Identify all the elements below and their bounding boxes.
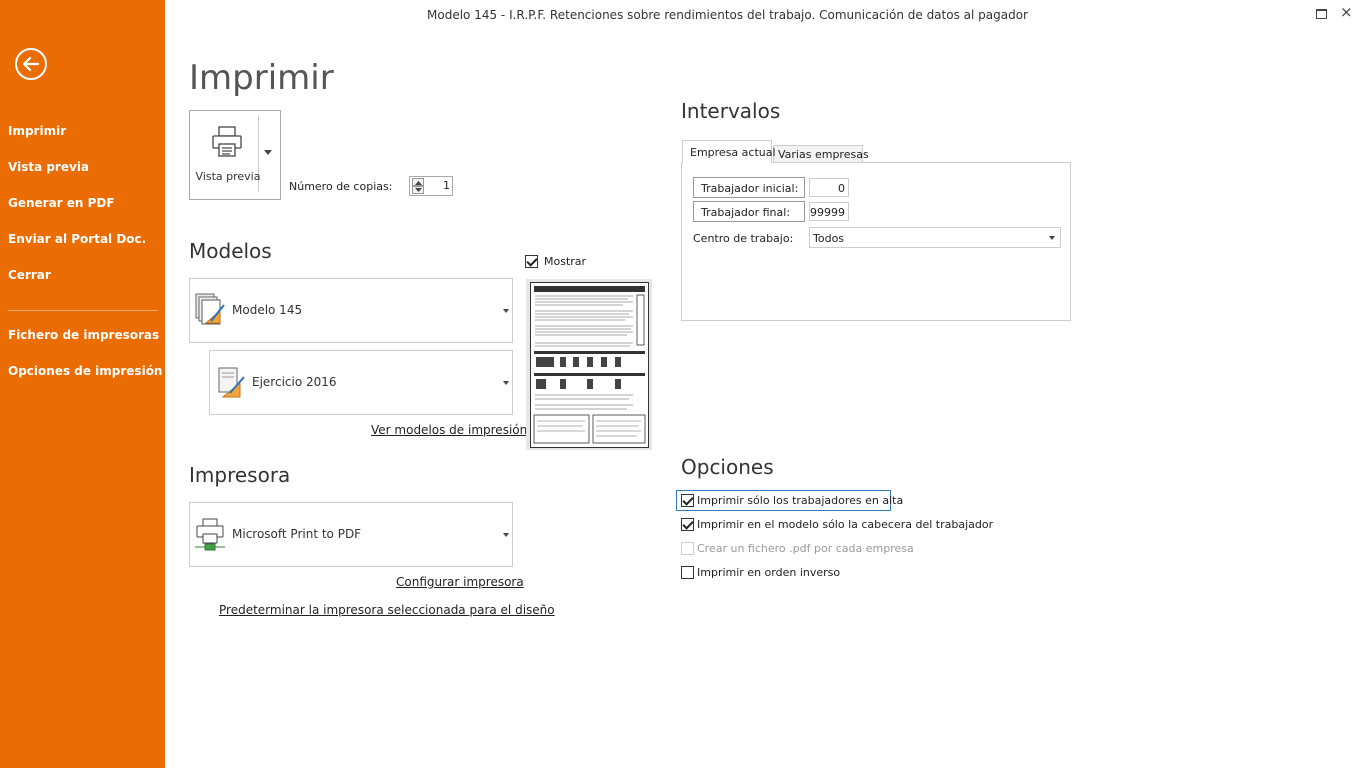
- sidebar-item-imprimir[interactable]: Imprimir: [8, 124, 66, 138]
- copies-label: Número de copias:: [289, 180, 393, 193]
- chevron-down-icon: [503, 533, 509, 537]
- maximize-icon[interactable]: [1316, 9, 1327, 19]
- close-icon[interactable]: ×: [1340, 3, 1353, 21]
- centro-dropdown-button[interactable]: [1043, 228, 1060, 247]
- chevron-down-icon: [503, 309, 509, 313]
- option-pdf-por-empresa-label: Crear un fichero .pdf por cada empresa: [697, 542, 914, 555]
- trabajador-inicial-label: Trabajador inicial:: [693, 177, 805, 198]
- sidebar-item-fichero-impresoras[interactable]: Fichero de impresoras: [8, 328, 159, 342]
- option-orden-inverso-checkbox[interactable]: [681, 566, 694, 579]
- sidebar-item-generar-pdf[interactable]: Generar en PDF: [8, 196, 115, 210]
- option-pdf-por-empresa-checkbox: [681, 542, 694, 555]
- sidebar-divider: [8, 310, 158, 311]
- window-title: Modelo 145 - I.R.P.F. Retenciones sobre …: [427, 8, 1028, 22]
- sidebar: Imprimir Vista previa Generar en PDF Env…: [0, 0, 165, 768]
- configure-printer-link[interactable]: Configurar impresora: [396, 575, 524, 589]
- print-dropdown-arrow-icon[interactable]: [264, 150, 272, 155]
- exercise-document-icon: [218, 367, 245, 398]
- option-solo-cabecera-checkbox[interactable]: [681, 518, 694, 531]
- exercise-select[interactable]: Ejercicio 2016: [209, 350, 513, 415]
- trabajador-final-input[interactable]: 99999: [809, 202, 849, 221]
- model-document-icon: [195, 293, 225, 325]
- sidebar-item-opciones-impresion[interactable]: Opciones de impresión: [8, 364, 162, 378]
- chevron-down-icon: [503, 381, 509, 385]
- exercise-select-value: Ejercicio 2016: [252, 375, 337, 389]
- model-select-value: Modelo 145: [232, 303, 303, 317]
- model-select[interactable]: Modelo 145: [189, 278, 513, 343]
- tab-varias-empresas[interactable]: Varias empresas: [773, 145, 869, 162]
- tab-empresa-actual[interactable]: Empresa actual: [682, 140, 776, 163]
- print-preview-button[interactable]: [189, 110, 281, 200]
- show-preview-checkbox[interactable]: [525, 255, 538, 268]
- set-default-printer-link[interactable]: Predeterminar la impresora seleccionada …: [219, 603, 555, 617]
- centro-trabajo-value: Todos: [813, 232, 845, 245]
- trabajador-final-label: Trabajador final:: [693, 201, 805, 222]
- trabajador-inicial-input[interactable]: 0: [809, 178, 849, 197]
- option-orden-inverso-label[interactable]: Imprimir en orden inverso: [697, 566, 840, 579]
- printer-heading: Impresora: [189, 463, 291, 487]
- option-solo-alta-checkbox[interactable]: [681, 494, 694, 507]
- back-arrow-icon[interactable]: [15, 48, 47, 80]
- printer-select[interactable]: Microsoft Print to PDF: [189, 502, 513, 567]
- page-title: Imprimir: [189, 58, 334, 98]
- sidebar-item-enviar-portal[interactable]: Enviar al Portal Doc.: [8, 232, 146, 246]
- model-preview-page: [530, 282, 649, 448]
- printer-select-value: Microsoft Print to PDF: [232, 527, 362, 541]
- centro-trabajo-select[interactable]: [809, 227, 1061, 248]
- centro-trabajo-label: Centro de trabajo:: [693, 232, 794, 245]
- intervals-heading: Intervalos: [681, 99, 781, 123]
- view-print-models-link[interactable]: Ver modelos de impresión: [371, 423, 527, 437]
- printer-icon: [212, 126, 242, 157]
- sidebar-item-vista-previa[interactable]: Vista previa: [8, 160, 89, 174]
- print-button-label: Vista previa: [195, 170, 261, 183]
- printer-pdf-icon: [195, 518, 225, 551]
- options-heading: Opciones: [681, 455, 774, 479]
- chevron-down-icon: [1049, 236, 1055, 240]
- option-solo-alta-label[interactable]: Imprimir sólo los trabajadores en alta: [697, 494, 903, 507]
- sidebar-item-cerrar[interactable]: Cerrar: [8, 268, 51, 282]
- copies-value: 1: [443, 179, 450, 192]
- show-preview-label[interactable]: Mostrar: [544, 255, 586, 268]
- option-solo-cabecera-label[interactable]: Imprimir en el modelo sólo la cabecera d…: [697, 518, 993, 531]
- models-heading: Modelos: [189, 239, 272, 263]
- form-preview-image: [533, 286, 646, 444]
